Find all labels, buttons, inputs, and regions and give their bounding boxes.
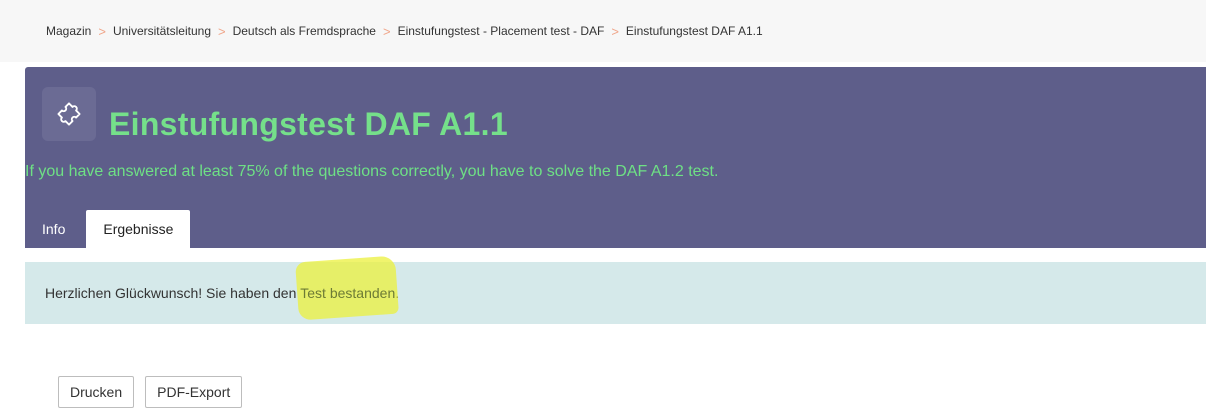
tab-ergebnisse[interactable]: Ergebnisse	[86, 210, 191, 248]
pdf-export-button[interactable]: PDF-Export	[145, 376, 243, 408]
breadcrumb-item-daf[interactable]: Deutsch als Fremdsprache	[233, 24, 376, 38]
breadcrumb-item-universitaetsleitung[interactable]: Universitätsleitung	[113, 24, 211, 38]
breadcrumb-separator: >	[218, 23, 226, 39]
puzzle-icon	[42, 87, 96, 141]
action-buttons: Drucken PDF-Export	[58, 376, 243, 408]
print-button[interactable]: Drucken	[58, 376, 135, 408]
breadcrumb-separator: >	[98, 23, 106, 39]
test-header: Einstufungstest DAF A1.1 If you have ans…	[25, 67, 1206, 248]
tab-bar: Info Ergebnisse	[25, 210, 191, 248]
alert-text: Herzlichen Glückwunsch! Sie haben den	[45, 285, 301, 301]
breadcrumb-item-magazin[interactable]: Magazin	[46, 24, 91, 38]
breadcrumb-item-current[interactable]: Einstufungstest DAF A1.1	[626, 24, 763, 38]
test-description: If you have answered at least 75% of the…	[25, 163, 719, 180]
page-title: Einstufungstest DAF A1.1	[109, 106, 508, 142]
breadcrumb-separator: >	[382, 23, 391, 39]
highlight-text: Test bestanden	[300, 285, 396, 301]
tab-info[interactable]: Info	[25, 210, 82, 248]
success-alert: Herzlichen Glückwunsch! Sie haben den Te…	[25, 262, 1206, 324]
breadcrumb: Magazin > Universitätsleitung > Deutsch …	[0, 0, 1206, 62]
highlighted-result: Test bestanden	[300, 285, 395, 301]
breadcrumb-separator: >	[611, 23, 619, 39]
breadcrumb-item-placement-test[interactable]: Einstufungstest - Placement test - DAF	[398, 24, 605, 38]
